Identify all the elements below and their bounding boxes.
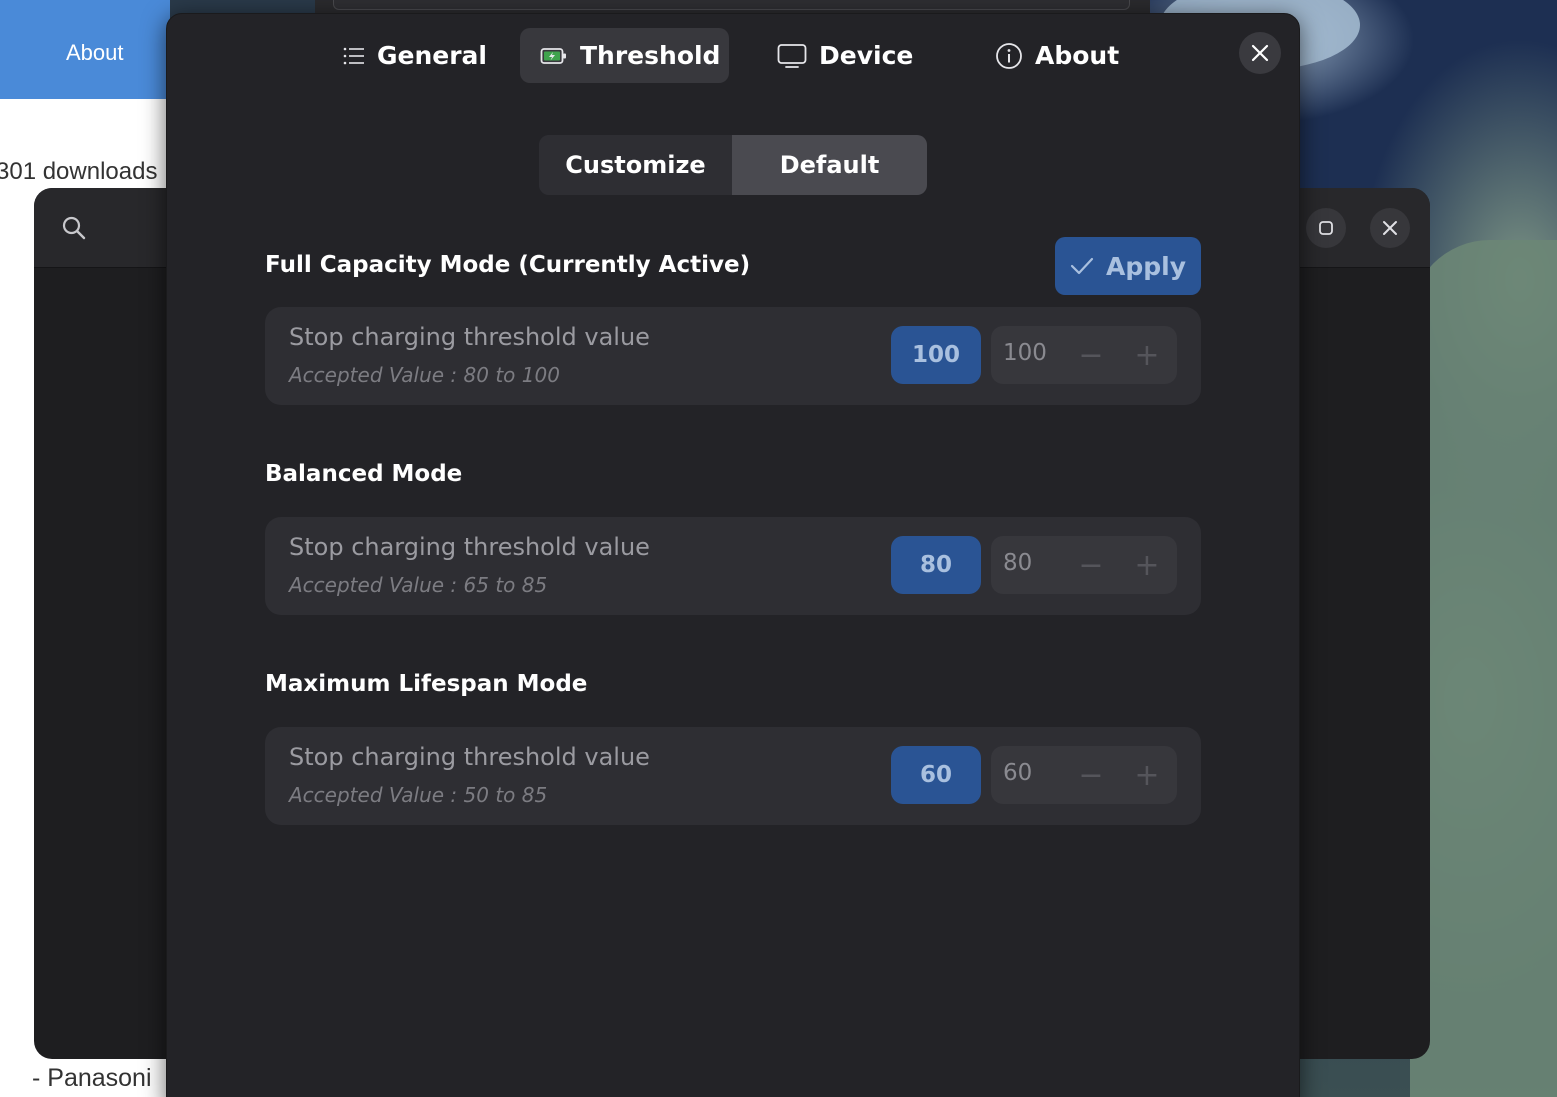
tab-about-label: About bbox=[1035, 41, 1120, 70]
info-icon bbox=[995, 42, 1023, 70]
browser-about-link[interactable]: About bbox=[66, 40, 124, 66]
section-title-balanced: Balanced Mode bbox=[265, 461, 463, 487]
mode-segmented-control: Customize Default bbox=[539, 135, 927, 195]
background-close-button[interactable] bbox=[1370, 208, 1410, 248]
row-subtitle: Accepted Value : 65 to 85 bbox=[289, 573, 548, 597]
maximize-icon bbox=[1319, 221, 1333, 235]
increment-button[interactable]: + bbox=[1119, 746, 1175, 804]
current-value-badge: 80 bbox=[891, 536, 981, 594]
checkmark-icon bbox=[1070, 257, 1094, 275]
threshold-spinbutton[interactable]: 80 − + bbox=[991, 536, 1177, 594]
row-title: Stop charging threshold value bbox=[289, 323, 650, 351]
increment-button[interactable]: + bbox=[1119, 536, 1175, 594]
customize-toggle[interactable]: Customize bbox=[539, 135, 732, 195]
close-icon bbox=[1251, 44, 1269, 62]
maximize-button[interactable] bbox=[1306, 208, 1346, 248]
threshold-row-full-capacity: Stop charging threshold value Accepted V… bbox=[265, 307, 1201, 405]
threshold-spinbutton[interactable]: 100 − + bbox=[991, 326, 1177, 384]
browser-bottom-text: - Panasoni bbox=[32, 1064, 152, 1092]
wallpaper-tree bbox=[1410, 240, 1557, 1097]
downloads-count: 301 downloads bbox=[0, 158, 158, 185]
threshold-row-max-lifespan: Stop charging threshold value Accepted V… bbox=[265, 727, 1201, 825]
tab-general[interactable]: General bbox=[323, 28, 507, 83]
battery-charging-icon bbox=[540, 46, 568, 66]
search-icon bbox=[62, 216, 86, 240]
tab-general-label: General bbox=[377, 41, 487, 70]
current-value-badge: 100 bbox=[891, 326, 981, 384]
decrement-button[interactable]: − bbox=[1063, 746, 1119, 804]
top-panel-field bbox=[333, 0, 1130, 10]
tab-device[interactable]: Device bbox=[757, 28, 933, 83]
row-subtitle: Accepted Value : 50 to 85 bbox=[289, 783, 548, 807]
section-title-max-lifespan: Maximum Lifespan Mode bbox=[265, 671, 588, 697]
spin-value[interactable]: 60 bbox=[1003, 760, 1032, 786]
decrement-button[interactable]: − bbox=[1063, 536, 1119, 594]
decrement-button[interactable]: − bbox=[1063, 326, 1119, 384]
close-icon bbox=[1383, 221, 1397, 235]
threshold-spinbutton[interactable]: 60 − + bbox=[991, 746, 1177, 804]
tab-threshold-label: Threshold bbox=[580, 41, 721, 70]
tab-device-label: Device bbox=[819, 41, 914, 70]
apply-button[interactable]: Apply bbox=[1055, 237, 1201, 295]
section-title-full-capacity: Full Capacity Mode (Currently Active) bbox=[265, 252, 751, 278]
spin-value[interactable]: 100 bbox=[1003, 340, 1047, 366]
row-title: Stop charging threshold value bbox=[289, 533, 650, 561]
tab-threshold[interactable]: Threshold bbox=[520, 28, 729, 83]
tab-bar: General Threshold Device About bbox=[167, 14, 1299, 94]
browser-header-bar: About bbox=[0, 0, 170, 99]
apply-label: Apply bbox=[1105, 251, 1186, 281]
increment-button[interactable]: + bbox=[1119, 326, 1175, 384]
row-title: Stop charging threshold value bbox=[289, 743, 650, 771]
search-button[interactable] bbox=[54, 208, 94, 248]
monitor-icon bbox=[777, 43, 807, 69]
dialog-close-button[interactable] bbox=[1239, 32, 1281, 74]
spin-value[interactable]: 80 bbox=[1003, 550, 1032, 576]
threshold-row-balanced: Stop charging threshold value Accepted V… bbox=[265, 517, 1201, 615]
tab-about[interactable]: About bbox=[975, 28, 1139, 83]
row-subtitle: Accepted Value : 80 to 100 bbox=[289, 363, 560, 387]
preferences-dialog: General Threshold Device About Customize… bbox=[166, 13, 1300, 1097]
current-value-badge: 60 bbox=[891, 746, 981, 804]
list-icon bbox=[343, 46, 365, 66]
default-toggle[interactable]: Default bbox=[732, 135, 927, 195]
